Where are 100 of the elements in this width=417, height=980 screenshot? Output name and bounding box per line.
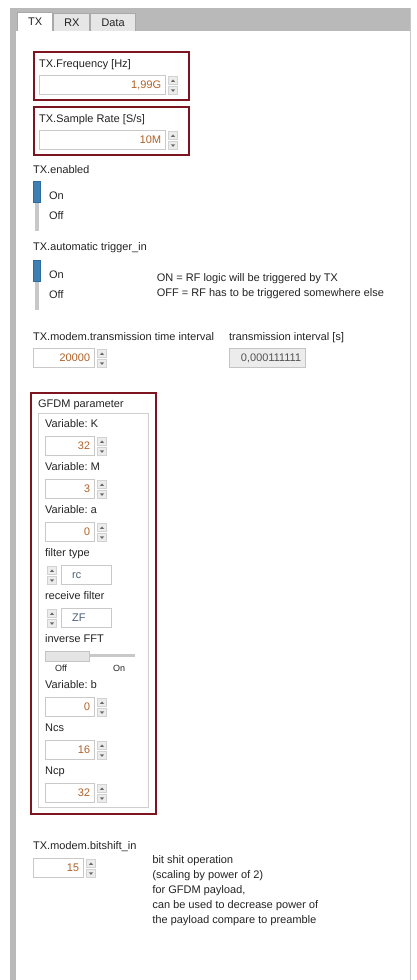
decrement-button[interactable] [47,618,57,628]
decrement-button[interactable] [47,576,57,584]
down-triangle-icon [99,492,105,496]
decrement-button[interactable] [97,446,107,456]
down-triangle-icon [99,796,105,800]
slider-track[interactable] [45,651,135,662]
field-label: filter type [45,546,90,560]
up-triangle-icon [99,438,105,444]
field-label: Variable: a [45,503,97,517]
up-triangle-icon [99,482,105,486]
down-triangle-icon [99,448,105,454]
numeric-field[interactable]: 10M [39,130,166,150]
numeric-field[interactable]: 15 [33,858,84,878]
field-label: inverse FFT [45,632,104,646]
increment-button[interactable] [168,76,178,84]
down-triangle-icon [49,620,55,626]
down-triangle-icon [99,534,105,540]
decrement-button[interactable] [97,750,107,760]
off-label: Off [55,662,67,674]
increment-button[interactable] [97,740,107,750]
indicator-field[interactable]: 0,000111111 [228,348,306,368]
decrement-button[interactable] [168,86,178,94]
numeric-field[interactable]: 32 [45,783,95,803]
numeric-field[interactable]: 0 [45,522,95,542]
toggle-switch[interactable] [33,260,41,310]
field-label: TX.automatic trigger_in [33,240,147,254]
up-triangle-icon [49,610,55,616]
field-label: TX.modem.bitshift_in [33,839,136,853]
off-label: Off [49,209,64,223]
on-label: On [49,189,64,203]
field-label: Variable: M [45,460,100,474]
increment-button[interactable] [86,858,96,868]
slider-thumb[interactable] [45,651,90,662]
note-text: (scaling by power of 2) [152,868,263,883]
increment-button[interactable] [47,608,57,618]
down-triangle-icon [49,578,55,582]
decrement-button[interactable] [97,358,107,368]
field-label: transmission interval [s] [228,330,344,344]
increment-button[interactable] [47,566,57,574]
cluster-title: GFDM parameter [38,397,124,411]
down-triangle-icon [99,752,105,758]
switch-thumb[interactable] [33,260,41,282]
tab[interactable]: Data [90,13,136,31]
up-triangle-icon [170,78,176,82]
on-label: On [112,662,125,674]
increment-button[interactable] [97,522,107,532]
numeric-field[interactable]: 3 [45,479,95,499]
ring-field[interactable]: ZF [61,608,112,628]
numeric-field[interactable]: 1,99G [39,75,166,95]
decrement-button[interactable] [97,708,107,716]
numeric-field[interactable]: 32 [45,436,95,456]
field-label: Variable: K [45,417,98,431]
down-triangle-icon [170,142,176,148]
field-label: TX.Sample Rate [S/s] [39,112,145,126]
up-triangle-icon [99,700,105,704]
decrement-button[interactable] [86,868,96,878]
note-text: for GFDM payload, [152,883,246,898]
field-label: Ncs [45,721,64,735]
note-text: OFF = RF has to be triggered somewhere else [156,286,384,300]
increment-button[interactable] [168,130,178,140]
up-triangle-icon [99,350,105,356]
note-text: the payload compare to preamble [152,913,316,928]
decrement-button[interactable] [97,532,107,542]
switch-thumb[interactable] [33,181,41,203]
ring-field[interactable]: rc [61,565,112,585]
note-text: can be used to decrease power of [152,898,318,913]
field-label: TX.Frequency [Hz] [39,57,131,71]
down-triangle-icon [88,870,94,876]
decrement-button[interactable] [97,490,107,498]
down-triangle-icon [170,88,176,92]
decrement-button[interactable] [168,140,178,150]
field-label: TX.modem.transmission time interval [33,330,214,344]
tab[interactable]: TX [17,12,54,31]
toggle-switch[interactable] [33,181,41,231]
increment-button[interactable] [97,480,107,488]
decrement-button[interactable] [97,794,107,802]
tab[interactable]: RX [53,13,90,31]
on-label: On [49,268,64,282]
field-label: Variable: b [45,678,97,692]
note-text: bit shit operation [152,853,234,868]
down-triangle-icon [99,360,105,366]
note-text: ON = RF logic will be triggered by TX [156,271,338,285]
up-triangle-icon [49,568,55,572]
numeric-field[interactable]: 16 [45,740,95,760]
down-triangle-icon [99,710,105,714]
numeric-field[interactable]: 0 [45,697,95,717]
up-triangle-icon [99,524,105,530]
field-label: TX.enabled [33,163,90,177]
up-triangle-icon [170,132,176,138]
off-label: Off [49,288,64,302]
up-triangle-icon [88,860,94,866]
field-label: receive filter [45,589,104,603]
increment-button[interactable] [97,698,107,706]
up-triangle-icon [99,742,105,748]
increment-button[interactable] [97,348,107,358]
up-triangle-icon [99,786,105,790]
increment-button[interactable] [97,436,107,446]
field-label: Ncp [45,764,65,778]
increment-button[interactable] [97,784,107,792]
numeric-field[interactable]: 20000 [33,348,95,368]
